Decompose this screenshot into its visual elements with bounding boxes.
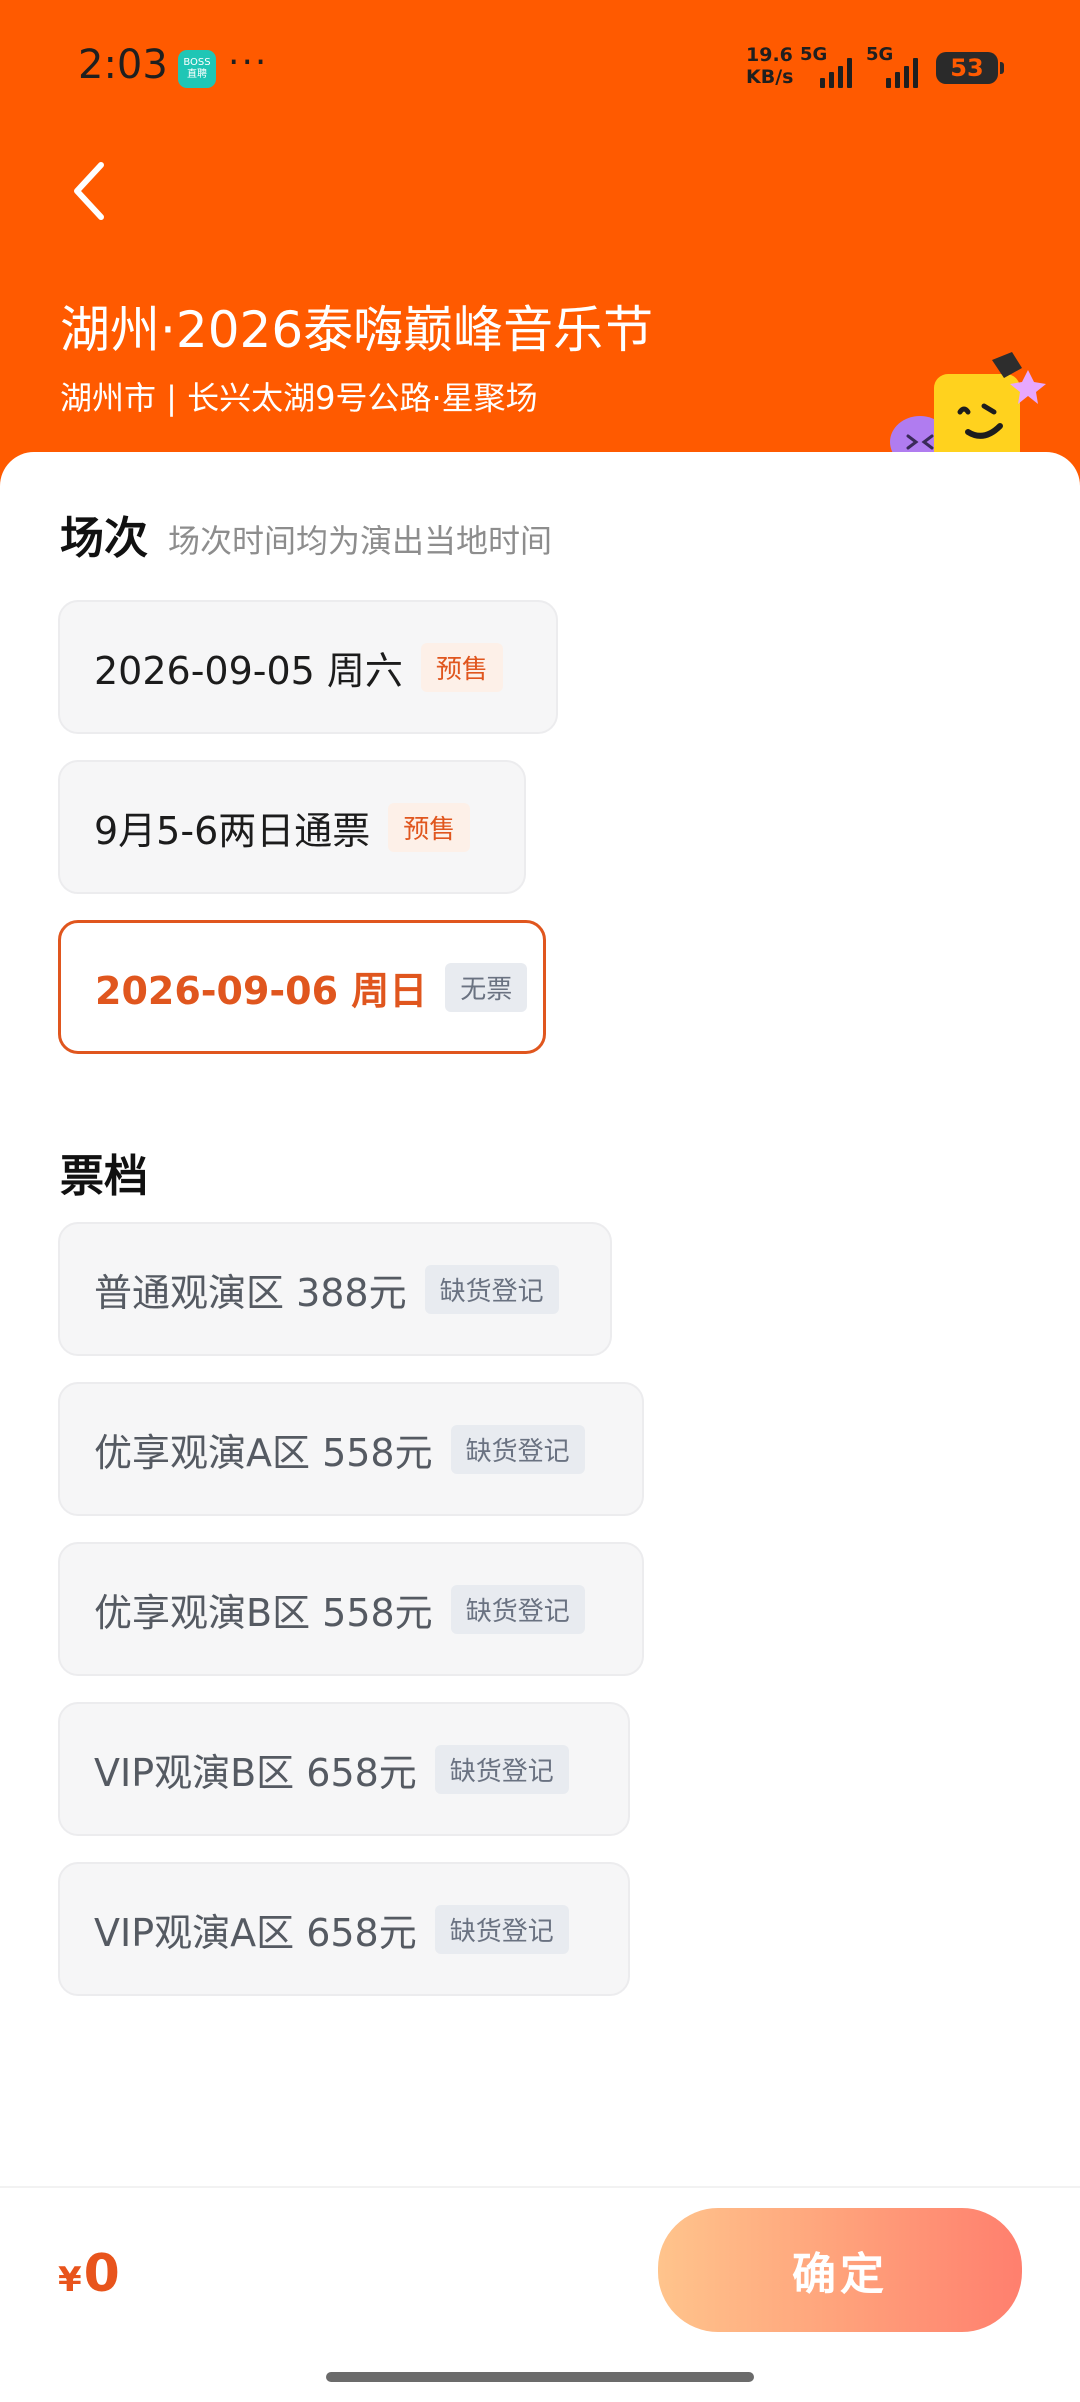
session-option-selected[interactable]: 2026-09-06 周日 无票 <box>58 920 546 1054</box>
sold-out-badge: 无票 <box>445 962 528 1012</box>
ticket-tier-label: 优享观演B区 558元 <box>94 1590 433 1635</box>
out-of-stock-register-badge[interactable]: 缺货登记 <box>434 1744 569 1794</box>
boss-app-icon-line2: 直聘 <box>187 69 207 80</box>
notification-more-icon: ··· <box>228 42 269 83</box>
boss-app-icon: BOSS 直聘 <box>178 50 216 88</box>
ticket-tier-label: VIP观演B区 658元 <box>94 1750 417 1795</box>
network-speed: 19.6 KB/s <box>746 44 793 88</box>
out-of-stock-register-badge[interactable]: 缺货登记 <box>450 1424 585 1474</box>
ticket-tier-section-title: 票档 <box>60 1151 148 1202</box>
ticket-tier-option[interactable]: 优享观演B区 558元 缺货登记 <box>58 1542 644 1676</box>
event-title: 湖州·2026泰嗨巅峰音乐节 <box>60 301 654 359</box>
session-option[interactable]: 2026-09-05 周六 预售 <box>58 600 558 734</box>
signal-2-bars <box>886 58 918 88</box>
total-price-value: 0 <box>83 2244 120 2304</box>
ticket-tier-label: VIP观演A区 658元 <box>94 1910 417 1955</box>
out-of-stock-register-badge[interactable]: 缺货登记 <box>450 1584 585 1634</box>
battery-icon: 53 <box>936 52 1004 84</box>
chevron-left-icon <box>74 162 104 220</box>
ticket-tier-label: 普通观演区 388元 <box>94 1270 407 1315</box>
confirm-button[interactable]: 确定 <box>658 2208 1022 2332</box>
out-of-stock-register-badge[interactable]: 缺货登记 <box>424 1264 559 1314</box>
out-of-stock-register-badge[interactable]: 缺货登记 <box>434 1904 569 1954</box>
back-button[interactable] <box>58 156 118 226</box>
event-venue: 湖州市 | 长兴太湖9号公路·星聚场 <box>60 379 538 417</box>
ticket-tier-option[interactable]: VIP观演B区 658元 缺货登记 <box>58 1702 630 1836</box>
boss-app-icon-line1: BOSS <box>183 57 211 68</box>
session-option-label: 2026-09-06 周日 <box>95 968 428 1013</box>
session-option-label: 9月5-6两日通票 <box>94 808 371 853</box>
signal-2-icon: 5G <box>866 44 926 88</box>
network-speed-value: 19.6 <box>746 44 793 66</box>
ticket-tier-option[interactable]: 普通观演区 388元 缺货登记 <box>58 1222 612 1356</box>
status-time: 2:03 <box>78 42 168 88</box>
total-price: ¥ 0 <box>58 2244 120 2304</box>
presale-badge: 预售 <box>388 802 471 852</box>
ticket-tier-label: 优享观演A区 558元 <box>94 1430 433 1475</box>
ticket-tier-option[interactable]: 优享观演A区 558元 缺货登记 <box>58 1382 644 1516</box>
session-option[interactable]: 9月5-6两日通票 预售 <box>58 760 526 894</box>
network-speed-unit: KB/s <box>746 66 794 88</box>
status-bar: 2:03 BOSS 直聘 ··· 19.6 KB/s 5G 5G 53 <box>0 0 1080 130</box>
currency-symbol: ¥ <box>58 2260 82 2300</box>
session-note: 场次时间均为演出当地时间 <box>168 522 553 560</box>
session-option-label: 2026-09-05 周六 <box>94 648 403 693</box>
signal-1-icon: 5G <box>800 44 860 88</box>
session-section-title: 场次 <box>60 513 148 564</box>
signal-1-bars <box>820 58 852 88</box>
presale-badge: 预售 <box>420 642 503 692</box>
ticket-tier-option[interactable]: VIP观演A区 658元 缺货登记 <box>58 1862 630 1996</box>
home-indicator[interactable] <box>326 2372 754 2382</box>
